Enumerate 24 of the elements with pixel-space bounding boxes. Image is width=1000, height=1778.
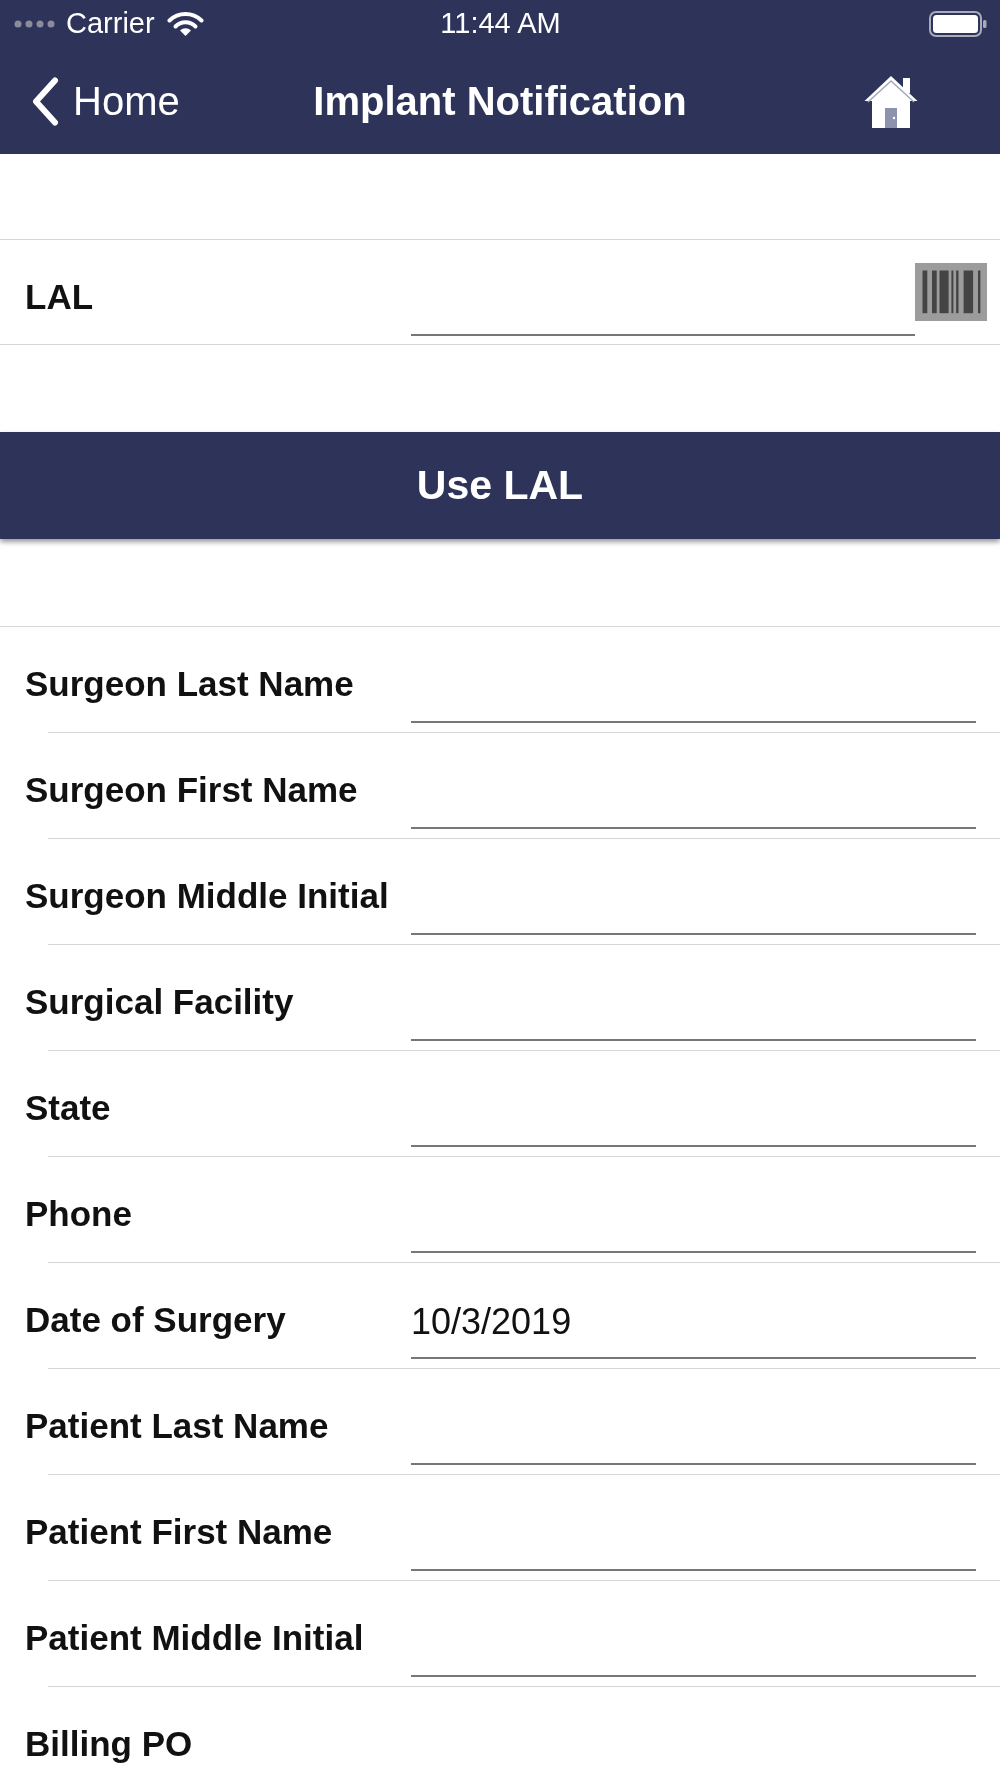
use-lal-button[interactable]: Use LAL	[0, 432, 1000, 539]
field-label: Surgeon Last Name	[25, 664, 355, 705]
field-label: Patient Last Name	[25, 1406, 330, 1447]
chevron-left-icon	[32, 76, 59, 126]
input-field[interactable]: 10/3/2019	[411, 1287, 976, 1359]
back-button[interactable]: Home	[32, 76, 180, 126]
field-label: Billing PO	[25, 1724, 194, 1765]
carrier-name: Carrier	[66, 7, 155, 41]
field-label: State	[25, 1088, 112, 1129]
field-label: Surgeon Middle Initial	[25, 876, 390, 917]
field-label: Date of Surgery	[25, 1300, 287, 1341]
field-label: LAL	[25, 277, 95, 318]
screen-title: Implant Notification	[313, 78, 687, 124]
field-label: Patient Middle Initial	[25, 1618, 365, 1659]
field-label: Surgeon First Name	[25, 770, 359, 811]
barcode-icon[interactable]	[915, 263, 987, 321]
wifi-icon	[166, 11, 204, 37]
signal-icon	[14, 20, 56, 28]
battery-icon	[929, 11, 987, 37]
field-label: Patient First Name	[25, 1512, 334, 1553]
status-time: 11:44 AM	[440, 7, 561, 41]
field-label: Phone	[25, 1194, 133, 1235]
home-icon[interactable]	[864, 74, 918, 128]
field-label: Surgical Facility	[25, 982, 295, 1023]
